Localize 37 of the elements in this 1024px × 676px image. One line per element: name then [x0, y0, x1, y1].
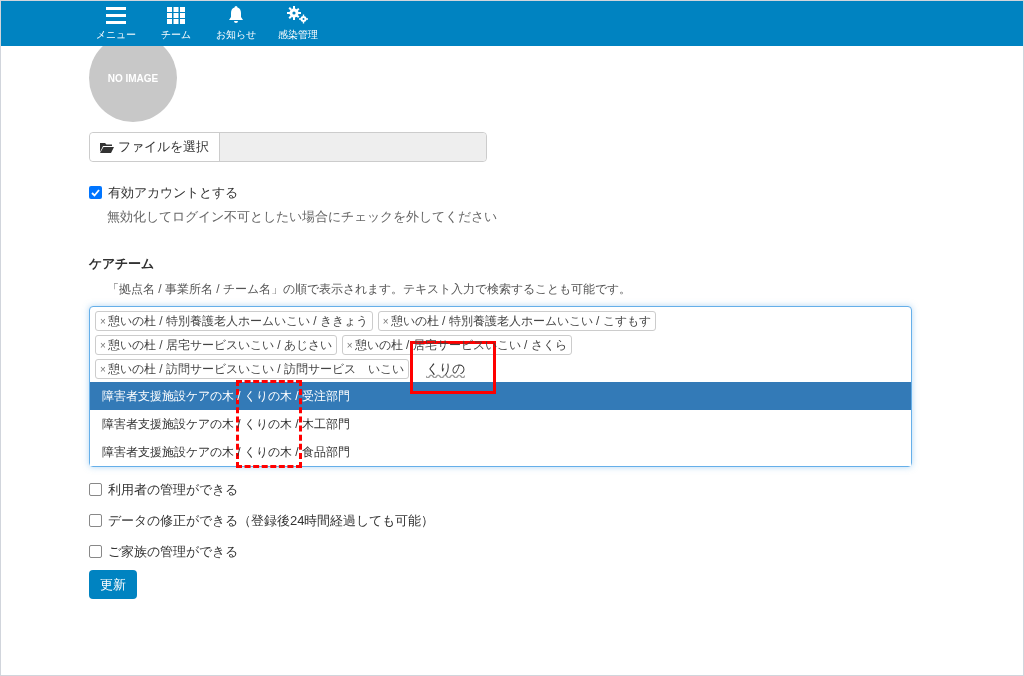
checkbox[interactable] — [89, 514, 102, 527]
section-description: 「拠点名 / 事業所名 / チーム名」の順で表示されます。テキスト入力で検索することも可能です。 — [107, 281, 632, 298]
bell-icon — [228, 6, 244, 24]
hint-text: 無効化してログイン不可としたい場合にチェックを外してください — [107, 208, 498, 226]
multi-select-field[interactable] — [89, 306, 912, 467]
search-input[interactable]: くりの — [425, 359, 486, 379]
checkbox[interactable] — [89, 186, 102, 199]
dropdown-option[interactable]: 障害者支援施設ケアの木 / くりの木 / 木工部門 — [90, 410, 911, 438]
dropdown-option[interactable]: 障害者支援施設ケアの木 / くりの木 / 食品部門 — [90, 438, 911, 466]
remove-tag-button[interactable]: × — [100, 313, 106, 329]
checkbox-label: ご家族の管理ができる — [108, 542, 238, 561]
checkbox-label: 利用者の管理ができる — [108, 480, 238, 499]
update-button[interactable]: 更新 — [89, 570, 137, 599]
choose-file-button[interactable]: ファイルを選択 — [90, 133, 220, 161]
checkbox[interactable] — [89, 483, 102, 496]
tag-label: 憩いの杜 / 居宅サービスいこい / あじさい — [107, 337, 332, 354]
nav-item[interactable]: メニュー — [96, 7, 136, 42]
menu-icon — [106, 7, 126, 24]
checkbox-label: データの修正ができる（登録後24時間経過しても可能） — [108, 511, 435, 530]
remove-tag-button[interactable]: × — [100, 361, 106, 377]
tag-label: 憩いの杜 / 特別養護老人ホームいこい / ききょう — [107, 313, 368, 330]
tag-label: 憩いの杜 / 特別養護老人ホームいこい / こすもす — [390, 313, 651, 330]
remove-tag-button[interactable]: × — [346, 337, 353, 353]
checkbox-label: 有効アカウントとする — [108, 183, 238, 202]
checkbox[interactable] — [89, 545, 102, 558]
gears-icon — [287, 6, 309, 24]
file-input[interactable]: ファイルを選択 — [89, 132, 487, 162]
nav-item[interactable]: お知らせ — [216, 6, 256, 42]
section-title: ケアチーム — [89, 254, 155, 273]
remove-tag-button[interactable]: × — [382, 313, 389, 329]
nav-item[interactable]: チーム — [158, 7, 194, 42]
tag-label: 憩いの杜 / 訪問サービスいこい / 訪問サービス いこい — [107, 361, 404, 378]
nav-item[interactable]: 感染管理 — [278, 6, 318, 42]
grid-icon — [167, 7, 185, 24]
remove-tag-button[interactable]: × — [100, 337, 106, 353]
folder-icon — [100, 141, 114, 153]
dropdown-option[interactable]: 障害者支援施設ケアの木 / くりの木 / 受注部門 — [90, 382, 911, 410]
